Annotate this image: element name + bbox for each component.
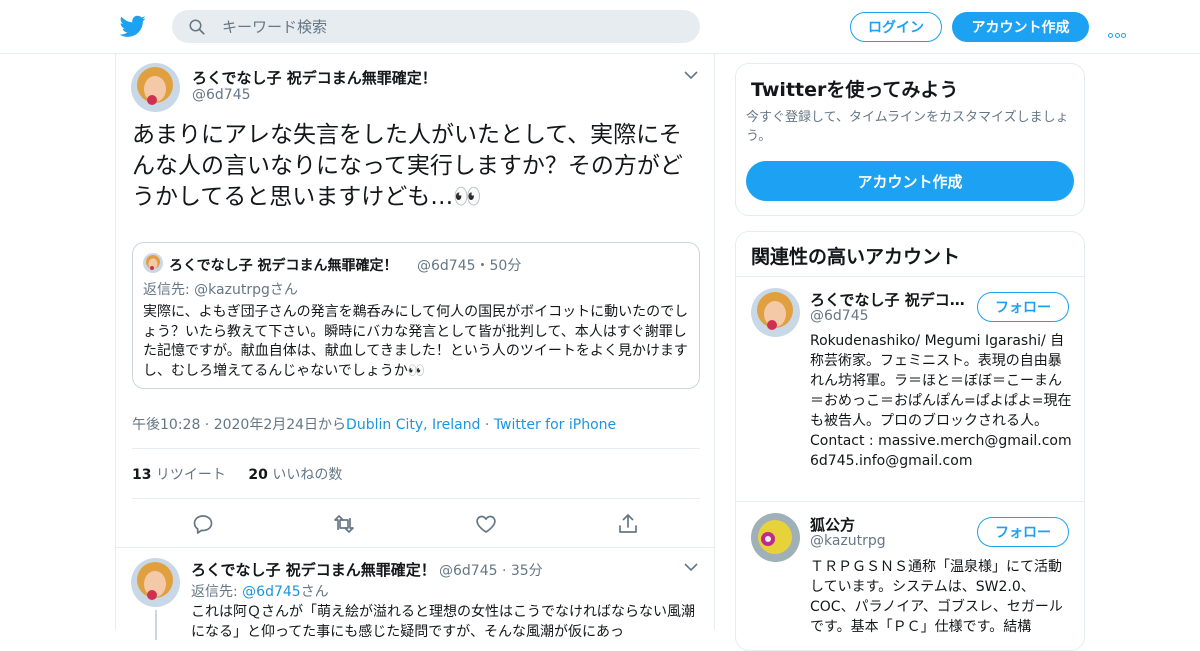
avatar[interactable]: [131, 558, 180, 607]
quote-handle-time: @6d745・50分: [417, 258, 522, 274]
login-button[interactable]: ログイン: [850, 12, 942, 42]
avatar[interactable]: [751, 288, 800, 337]
tweet-timestamp[interactable]: 午後10:28 · 2020年2月24日から: [132, 417, 346, 433]
author-handle[interactable]: @6d745: [192, 87, 251, 103]
related-title: 関連性の高いアカウント: [751, 246, 961, 268]
related-accounts-card: 関連性の高いアカウント ろくでなし子 祝デコ… @6d745 フォロー Roku…: [735, 231, 1085, 651]
reply-to-prefix: 返信先:: [191, 584, 243, 600]
search-icon: [189, 19, 205, 35]
account-handle[interactable]: @6d745: [810, 308, 869, 324]
share-icon[interactable]: [616, 512, 640, 536]
quote-reply-to: 返信先: @kazutrpgさん: [143, 282, 298, 298]
account-name[interactable]: ろくでなし子 祝デコ…: [810, 289, 970, 310]
divider: [116, 547, 714, 548]
signup-card-desc: 今すぐ登録して、タイムラインをカスタマイズしましょう。: [746, 110, 1069, 144]
account-bio: ＴＲＰＧＳＮＳ通称「温泉様」にて活動しています。システムは、SW2.0、COC、…: [810, 559, 1063, 635]
thread-line: [155, 610, 157, 640]
tweet-meta: 午後10:28 · 2020年2月24日からDublin City, Irela…: [132, 414, 616, 434]
retweet-stat[interactable]: 13 リツイート: [132, 467, 226, 483]
reply-text: これは阿Ｑさんが「萌え絵が溢れると理想の女性はこうでなければならない風潮になる」…: [191, 604, 695, 640]
quote-text: 実際に、よもぎ団子さんの発言を鵜呑みにして何人の国民がボイコットに動いたのでしょ…: [143, 304, 689, 379]
twitter-bird-icon[interactable]: [120, 13, 146, 39]
like-label: いいねの数: [267, 467, 343, 483]
tweet-source-link[interactable]: Twitter for iPhone: [494, 417, 616, 433]
retweet-icon[interactable]: [332, 512, 356, 536]
like-icon[interactable]: [474, 512, 498, 536]
avatar[interactable]: [751, 513, 800, 562]
avatar[interactable]: [131, 63, 180, 112]
follow-button[interactable]: フォロー: [977, 517, 1069, 547]
signup-card-button[interactable]: アカウント作成: [746, 161, 1074, 201]
reply-to-handle[interactable]: @6d745: [242, 584, 301, 600]
retweet-count: 13: [132, 467, 152, 483]
more-dots-icon[interactable]: [1108, 23, 1130, 38]
like-count: 20: [248, 467, 268, 483]
account-bio: Rokudenashiko/ Megumi Igarashi/ 自称芸術家。フェ…: [810, 333, 1072, 469]
meta-separator: ·: [480, 417, 494, 433]
tweet-location-link[interactable]: Dublin City, Ireland: [346, 417, 480, 433]
account-name[interactable]: 狐公方: [810, 514, 970, 535]
reply-handle-time[interactable]: @6d745 · 35分: [439, 560, 543, 580]
chevron-down-icon[interactable]: [684, 562, 698, 572]
top-bar: ログイン アカウント作成: [0, 0, 1200, 54]
quote-author-name: ろくでなし子 祝デコまん無罪確定！: [169, 258, 398, 274]
account-handle[interactable]: @kazutrpg: [810, 533, 886, 549]
divider: [132, 448, 700, 449]
like-stat[interactable]: 20 いいねの数: [248, 467, 342, 483]
signup-card-title: Twitterを使ってみよう: [751, 79, 959, 101]
divider: [132, 498, 700, 499]
chevron-down-icon[interactable]: [684, 70, 698, 80]
search-box[interactable]: [172, 10, 700, 43]
signup-card: Twitterを使ってみよう 今すぐ登録して、タイムラインをカスタマイズしましょ…: [735, 63, 1085, 216]
author-name[interactable]: ろくでなし子 祝デコまん無罪確定！: [192, 67, 437, 88]
follow-button[interactable]: フォロー: [977, 292, 1069, 322]
tweet-column: ろくでなし子 祝デコまん無罪確定！ @6d745 あまりにアレな失言をした人がい…: [115, 54, 715, 640]
search-input[interactable]: [222, 10, 682, 43]
retweet-label: リツイート: [151, 467, 226, 483]
quoted-tweet[interactable]: ろくでなし子 祝デコまん無罪確定！ @6d745・50分 返信先: @kazut…: [132, 242, 700, 389]
reply-to: 返信先: @6d745さん: [191, 581, 329, 601]
signup-button[interactable]: アカウント作成: [952, 12, 1089, 42]
reply-to-suffix: さん: [300, 584, 329, 600]
reply-icon[interactable]: [191, 512, 215, 536]
divider: [736, 276, 1084, 277]
avatar: [143, 253, 163, 273]
reply-author-name[interactable]: ろくでなし子 祝デコまん無罪確定！: [191, 559, 436, 580]
tweet-text: あまりにアレな失言をした人がいたとして、実際にそんな人の言いなりになって実行しま…: [132, 122, 683, 210]
tweet-stats: 13 リツイート 20 いいねの数: [132, 464, 342, 484]
divider: [736, 501, 1084, 502]
